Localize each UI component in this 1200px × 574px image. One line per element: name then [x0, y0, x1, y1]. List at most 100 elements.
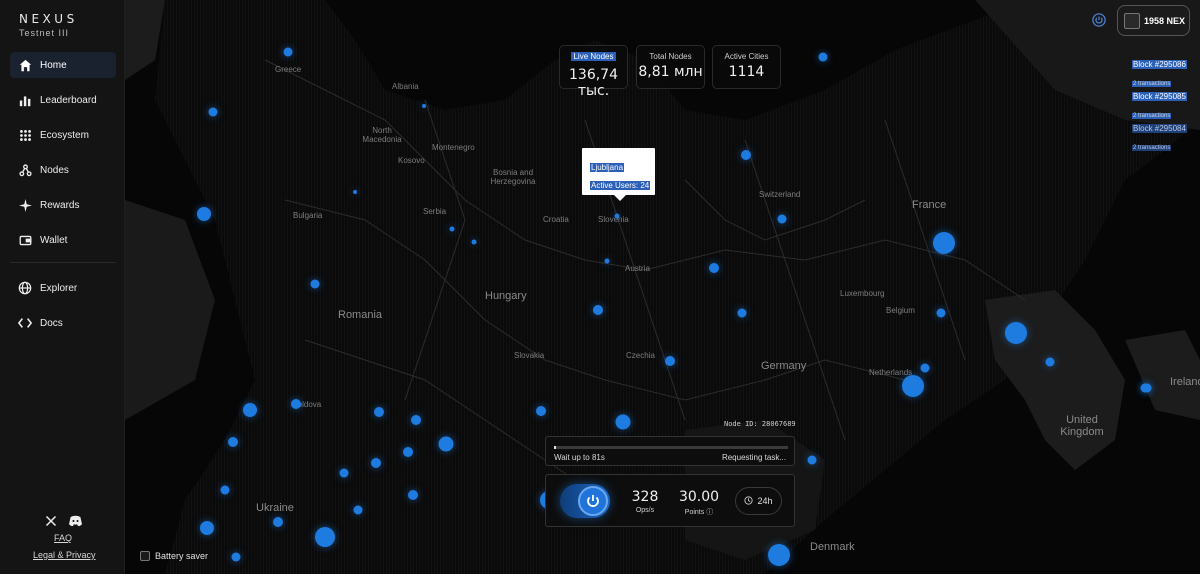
- stat-value: 1114: [728, 64, 765, 80]
- map-label-croatia: Croatia: [543, 215, 569, 224]
- tooltip-city: Ljubljana: [590, 163, 625, 172]
- node-dot: [374, 407, 384, 417]
- node-dot: [339, 468, 349, 478]
- node-dot: [422, 104, 426, 108]
- logo[interactable]: NEXUS Testnet III: [19, 12, 78, 38]
- ops-metric: 328 Ops/s: [630, 489, 660, 514]
- node-dot: [920, 363, 930, 373]
- time-range-button[interactable]: 24h: [735, 487, 782, 515]
- map-label-ireland: Ireland: [1170, 376, 1200, 388]
- map-label-germany: Germany: [761, 360, 807, 372]
- sidebar-item-wallet[interactable]: Wallet: [10, 227, 116, 253]
- map-label-united-kingdom: United Kingdom: [1060, 414, 1104, 438]
- clock-icon: [744, 495, 754, 507]
- node-dot: [310, 279, 320, 289]
- block-item[interactable]: Block #295085 2 transactions: [1132, 86, 1187, 122]
- stat-live-nodes: Live Nodes 136,74 тыс.: [559, 45, 628, 99]
- block-number: Block #295085: [1132, 92, 1187, 101]
- sidebar-item-label: Leaderboard: [40, 94, 97, 106]
- node-dot: [604, 258, 610, 264]
- stat-value: 8,81 млн: [638, 64, 703, 80]
- map-label-switzerland: Switzerland: [759, 190, 801, 199]
- map-label-austria: Austria: [625, 264, 650, 273]
- node-dot: [411, 415, 421, 425]
- sidebar-item-label: Nodes: [40, 164, 69, 176]
- node-dot: [471, 239, 477, 245]
- map-label-france: France: [912, 199, 947, 211]
- wait-text: Wait up to 81s: [554, 453, 605, 462]
- node-power-toggle[interactable]: [560, 484, 610, 518]
- faq-link[interactable]: FAQ: [54, 533, 72, 543]
- node-dot: [665, 356, 675, 366]
- block-number: Block #295086: [1132, 60, 1187, 69]
- sidebar-item-docs[interactable]: Docs: [10, 310, 116, 336]
- info-icon[interactable]: ⓘ: [706, 509, 713, 516]
- x-twitter-icon[interactable]: [44, 514, 57, 527]
- sidebar-item-label: Explorer: [40, 282, 78, 294]
- progress-fill: [554, 446, 557, 449]
- home-icon: [18, 58, 32, 72]
- brand-name: NEXUS: [19, 12, 78, 26]
- map-label-denmark: Denmark: [810, 541, 855, 553]
- block-item[interactable]: Block #295086 2 transactions: [1132, 54, 1187, 90]
- sparkle-icon: [18, 198, 32, 212]
- social-links: [44, 514, 82, 527]
- map-label-bosnia: Bosnia and Herzegovina: [490, 168, 536, 186]
- stat-label: Live Nodes: [571, 52, 616, 61]
- block-item[interactable]: Block #295084 2 transactions: [1132, 118, 1187, 154]
- map-label-slovakia: Slovakia: [514, 351, 545, 360]
- battery-saver-checkbox[interactable]: [140, 551, 150, 561]
- node-dot: [933, 232, 955, 254]
- sidebar-item-label: Docs: [40, 317, 63, 329]
- map-label-serbia: Serbia: [423, 207, 447, 216]
- sidebar-item-leaderboard[interactable]: Leaderboard: [10, 87, 116, 113]
- node-dot: [936, 308, 946, 318]
- node-dot: [1045, 357, 1055, 367]
- node-dot: [408, 490, 418, 500]
- node-dot: [737, 308, 747, 318]
- node-dot: [614, 213, 620, 219]
- tooltip-users: Active Users: 24: [590, 181, 651, 190]
- sidebar-item-rewards[interactable]: Rewards: [10, 192, 116, 218]
- wallet-icon: [18, 233, 32, 247]
- sidebar-item-home[interactable]: Home: [10, 52, 116, 78]
- node-id: Node ID: 28067689: [724, 420, 796, 428]
- code-icon: [18, 316, 32, 330]
- node-dot: [243, 403, 257, 417]
- map-label-kosovo: Kosovo: [398, 156, 425, 165]
- sidebar-item-label: Home: [40, 59, 67, 71]
- points-metric: 30.00 Points ⓘ: [678, 489, 720, 517]
- sidebar-item-label: Ecosystem: [40, 129, 89, 141]
- bar-chart-icon: [18, 93, 32, 107]
- sidebar-item-nodes[interactable]: Nodes: [10, 157, 116, 183]
- globe-icon: [18, 281, 32, 295]
- stat-value: 136,74 тыс.: [569, 67, 618, 99]
- account-balance-button[interactable]: 1958 NEX: [1117, 5, 1190, 36]
- power-icon: [578, 486, 608, 516]
- main-nav: Home Leaderboard Ecosystem Nodes Rewards: [10, 52, 116, 345]
- map-label-north-macedonia: North Macedonia: [362, 126, 402, 144]
- points-value: 30.00: [678, 489, 720, 505]
- battery-saver-toggle[interactable]: Battery saver: [140, 551, 208, 561]
- node-dot: [273, 517, 283, 527]
- nav-divider: [10, 262, 116, 263]
- map-label-netherlands: Netherlands: [869, 368, 913, 377]
- stat-label: Total Nodes: [649, 52, 692, 61]
- power-icon[interactable]: [1092, 13, 1106, 27]
- legal-privacy-link[interactable]: Legal & Privacy: [33, 550, 96, 560]
- node-control-panel: 328 Ops/s 30.00 Points ⓘ 24h: [545, 474, 795, 527]
- node-dot: [449, 226, 455, 232]
- battery-saver-label: Battery saver: [155, 551, 209, 561]
- sidebar: NEXUS Testnet III Home Leaderboard Ecosy…: [0, 0, 125, 574]
- map-label-romania: Romania: [338, 309, 383, 321]
- discord-icon[interactable]: [69, 514, 82, 527]
- node-dot: [197, 207, 211, 221]
- map-label-czechia: Czechia: [626, 351, 655, 360]
- node-dot: [741, 150, 751, 160]
- stat-active-cities: Active Cities 1114: [712, 45, 781, 89]
- node-dot: [768, 544, 790, 566]
- stat-label: Active Cities: [724, 52, 769, 61]
- sidebar-item-ecosystem[interactable]: Ecosystem: [10, 122, 116, 148]
- node-dot: [902, 375, 924, 397]
- sidebar-item-explorer[interactable]: Explorer: [10, 275, 116, 301]
